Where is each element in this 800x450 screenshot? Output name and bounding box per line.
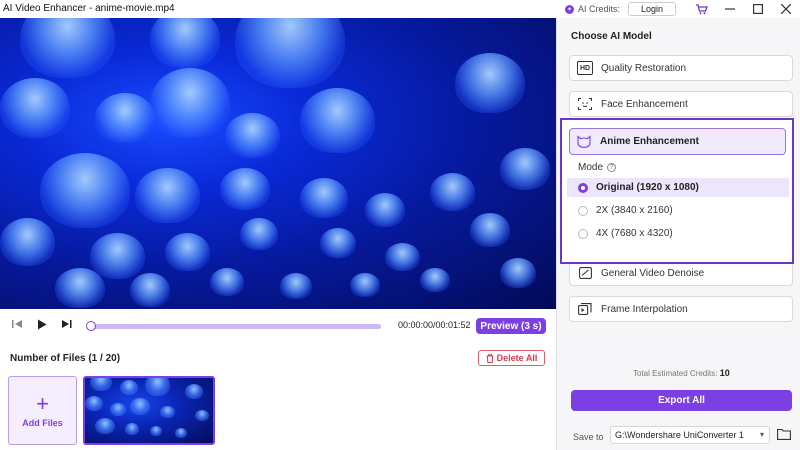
file-thumbnail[interactable] [83,376,215,445]
mode-option-2x[interactable]: 2X (3840 x 2160) [567,201,789,220]
save-path-select[interactable]: G:\Wondershare UniConverter 1 ▾ [610,426,770,444]
progress-bar[interactable] [86,321,381,331]
estimated-credits-value: 10 [719,368,730,378]
cart-icon[interactable] [688,0,716,18]
mode-option-label: Original (1920 x 1080) [596,182,699,193]
player-controls: 00:00:00/00:01:52 Preview (3 s) [0,310,556,340]
title-bar-controls: ✦ AI Credits: Login [564,0,800,18]
estimated-credits: Total Estimated Credits: 10 [633,368,730,378]
add-files-label: Add Files [22,417,63,428]
play-icon[interactable] [37,319,47,333]
help-icon[interactable]: ? [607,163,617,172]
anime-enhancement-panel: Anime Enhancement Mode ? Original (1920 … [560,118,794,264]
add-files-button[interactable]: + Add Files [8,376,77,445]
frame-interpolation-icon [577,302,593,316]
model-label: Anime Enhancement [600,136,699,147]
anime-icon [576,135,592,149]
export-all-button[interactable]: Export All [571,390,792,411]
folder-icon[interactable] [777,428,791,440]
trash-icon [486,353,494,363]
mode-option-label: 2X (3840 x 2160) [596,205,673,216]
radio-unselected[interactable] [578,228,588,239]
previous-frame-icon[interactable] [12,319,23,332]
ai-credits[interactable]: ✦ AI Credits: [564,4,620,14]
mode-label-text: Mode [578,162,604,173]
time-display: 00:00:00/00:01:52 [398,320,471,330]
mode-option-original[interactable]: Original (1920 x 1080) [567,178,789,197]
progress-handle[interactable] [86,321,96,331]
login-button[interactable]: Login [627,2,676,16]
maximize-icon[interactable] [744,0,772,18]
model-label: Face Enhancement [601,98,688,110]
face-scan-icon [577,97,593,111]
save-path-value: G:\Wondershare UniConverter 1 [615,430,744,440]
title-bar: AI Video Enhancer - anime-movie.mp4 ✦ AI… [0,0,800,18]
hd-icon: HD [577,61,593,75]
delete-all-label: Delete All [496,353,538,363]
file-count: Number of Files (1 / 20) [10,353,121,364]
preview-button[interactable]: Preview (3 s) [476,318,546,334]
ai-credits-label: AI Credits: [577,4,620,14]
video-preview[interactable] [0,18,556,309]
estimated-credits-label: Total Estimated Credits: [633,369,718,378]
model-quality-restoration[interactable]: HD Quality Restoration [569,55,793,81]
denoise-icon [577,266,593,280]
minimize-icon[interactable] [716,0,744,18]
save-to-label: Save to [573,432,604,442]
mode-option-label: 4X (7680 x 4320) [596,228,673,239]
model-label: Frame Interpolation [601,303,688,315]
model-anime-enhancement[interactable]: Anime Enhancement [569,128,786,155]
model-frame-interpolation[interactable]: Frame Interpolation [569,296,793,322]
radio-unselected[interactable] [578,205,588,216]
next-frame-icon[interactable] [61,319,72,332]
radio-selected[interactable] [578,182,588,193]
model-face-enhancement[interactable]: Face Enhancement [569,91,793,117]
panel-title: Choose AI Model [571,31,652,42]
ai-credits-icon: ✦ [564,4,574,14]
mode-option-4x[interactable]: 4X (7680 x 4320) [567,224,789,243]
window-title: AI Video Enhancer - anime-movie.mp4 [3,3,175,14]
mode-label: Mode ? [578,162,617,173]
plus-icon: + [36,390,49,416]
delete-all-button[interactable]: Delete All [478,350,545,366]
chevron-down-icon: ▾ [759,430,764,439]
model-label: Quality Restoration [601,62,687,74]
model-label: General Video Denoise [601,267,705,279]
close-icon[interactable] [772,0,800,18]
